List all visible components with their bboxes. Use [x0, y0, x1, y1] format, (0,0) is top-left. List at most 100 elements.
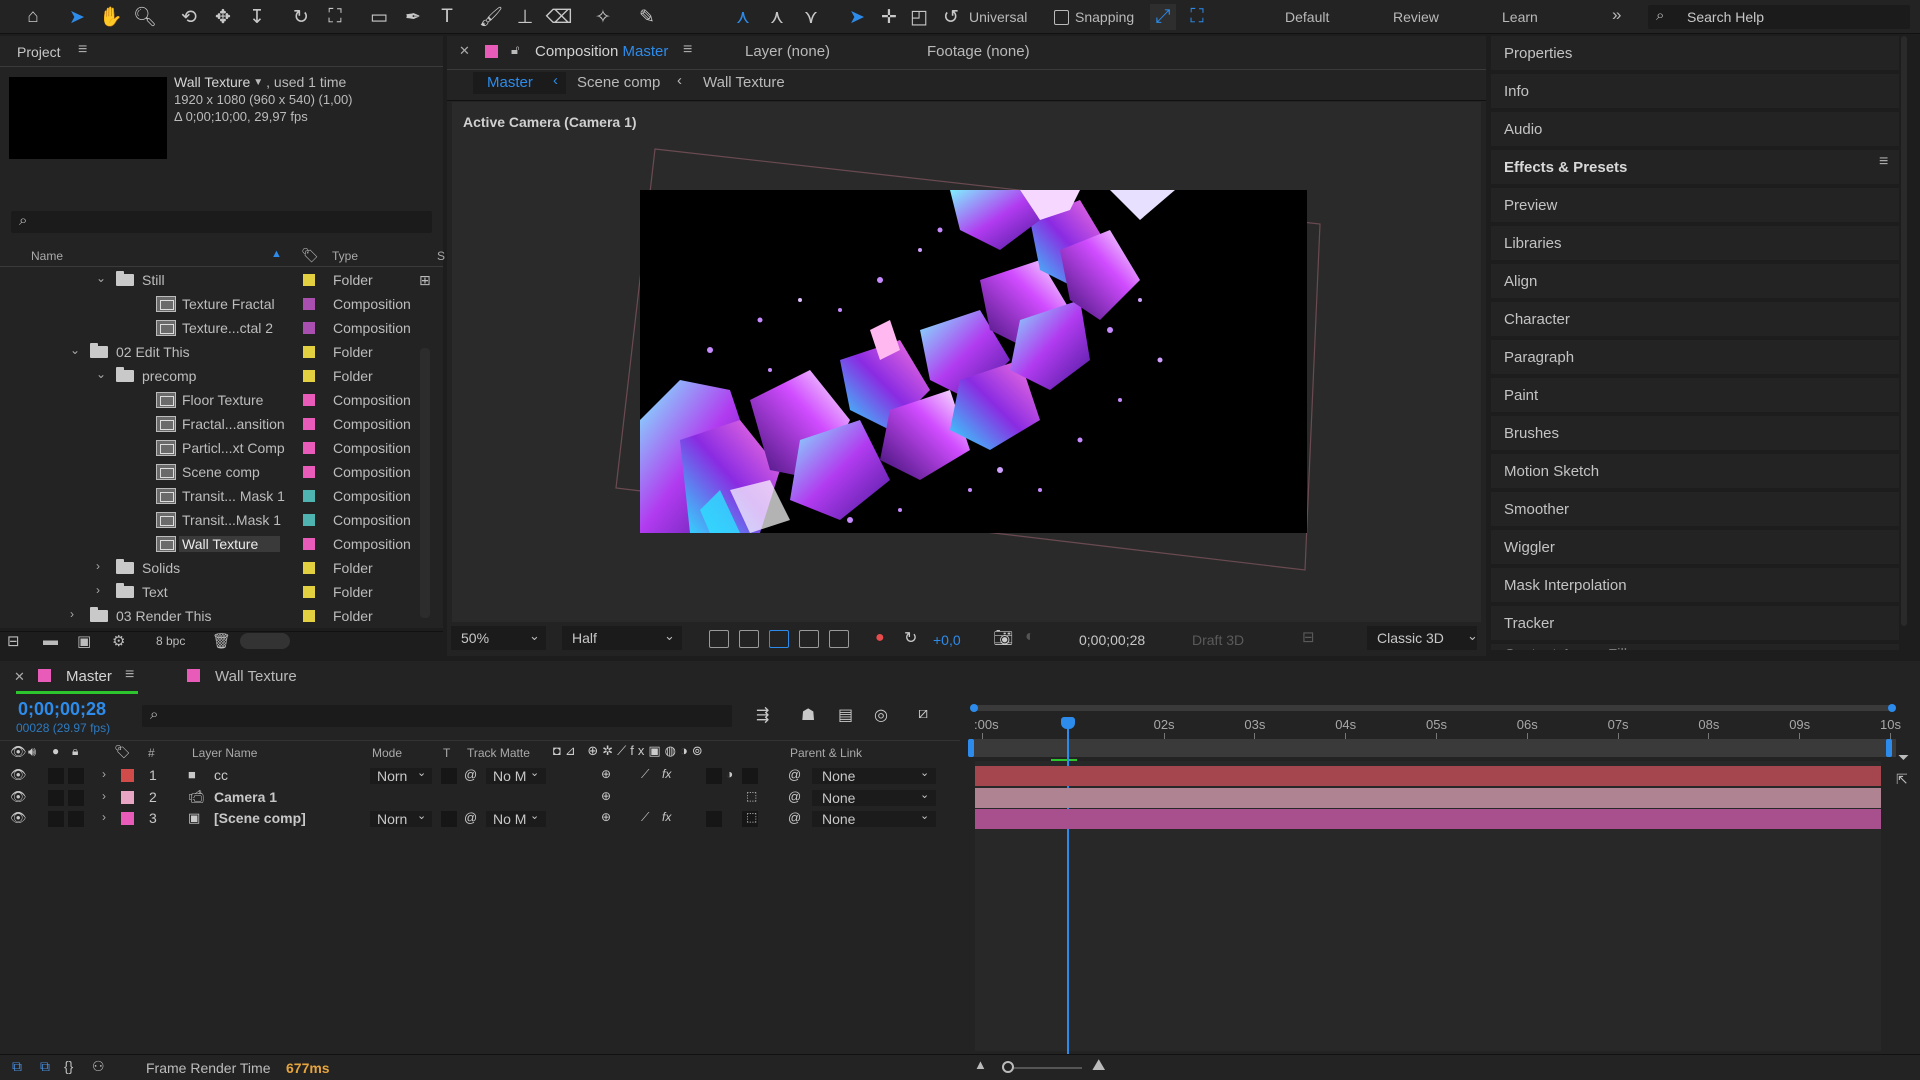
zoom-in-icon[interactable]: ⛰ [1092, 1057, 1105, 1075]
label-color-swatch[interactable] [303, 418, 315, 430]
label-tag-icon[interactable]: 🏷︎ [114, 744, 131, 760]
col-type[interactable]: Type [332, 249, 358, 263]
viewer-timecode[interactable]: 0;00;00;28 [1079, 632, 1145, 648]
quality-switch-icon[interactable]: ⟋ [641, 767, 649, 782]
panel-preview[interactable]: Preview [1491, 188, 1899, 224]
visibility-eye-icon[interactable]: 👁︎ [10, 789, 27, 805]
extended-viewer-icon[interactable]: ⊟ [1302, 628, 1315, 646]
brush-tool-icon[interactable]: 🖌︎ [478, 4, 504, 30]
twirl-down-icon[interactable]: ⌄ [96, 271, 106, 285]
3d-layer-switch[interactable] [742, 768, 758, 784]
shy-layers-icon[interactable]: ☗ [801, 705, 815, 725]
audio-switch[interactable] [48, 811, 64, 827]
parent-dropdown[interactable]: None ⌄ [812, 810, 936, 827]
label-color-swatch[interactable] [303, 514, 315, 526]
graph-editor-icon[interactable]: ⧄ [918, 705, 928, 723]
breadcrumb-wall-texture[interactable]: Wall Texture [703, 74, 785, 91]
flowchart-icon[interactable]: ⊞ [419, 272, 431, 289]
switches-icons[interactable]: ◘⊿ ⊕✲⟋fx▣◍◑⊚ [553, 743, 707, 759]
parent-dropdown[interactable]: None ⌄ [812, 789, 936, 806]
zoom-out-icon[interactable]: ▲ [974, 1057, 987, 1072]
viewer-canvas[interactable]: Active Camera (Camera 1) [452, 102, 1481, 622]
col-parent-link[interactable]: Parent & Link [790, 746, 862, 760]
panel-menu-icon[interactable]: ≡ [78, 41, 87, 59]
motion-blur-icon[interactable]: ◎ [874, 705, 888, 725]
breadcrumb-scene-comp[interactable]: Scene comp [577, 74, 660, 91]
project-item-row[interactable]: ⌄ precomp Folder [0, 364, 420, 388]
preserve-transparency-switch[interactable] [441, 811, 457, 827]
project-scrollbar[interactable] [420, 348, 430, 618]
home-icon[interactable]: ⌂ [20, 4, 46, 30]
motion-blur-switch[interactable] [706, 811, 722, 827]
close-tab-icon[interactable]: ✕ [459, 43, 470, 59]
av-audio-icon[interactable]: 🔊︎ [28, 744, 36, 760]
shy-switch-icon[interactable]: ⊕ [601, 810, 611, 824]
layer-label-swatch[interactable] [121, 790, 134, 804]
new-folder-icon[interactable]: ▬ [43, 632, 58, 649]
label-color-swatch[interactable] [303, 394, 315, 406]
twirl-right-icon[interactable]: › [96, 583, 100, 597]
project-item-row[interactable]: Floor Texture Composition [0, 388, 420, 412]
comp-button-icon[interactable]: ⇱ [1896, 771, 1908, 788]
label-color-swatch[interactable] [303, 298, 315, 310]
col-layer-name[interactable]: Layer Name [192, 746, 257, 760]
twirl-down-icon[interactable]: ⌄ [70, 343, 80, 357]
close-tab-icon[interactable]: ✕ [14, 669, 25, 685]
new-composition-icon[interactable]: ▣ [77, 632, 91, 650]
workspace-learn[interactable]: Learn [1502, 9, 1538, 25]
selection-tool-icon[interactable]: ➤ [64, 4, 90, 30]
layer-row[interactable]: 👁︎ › 3 ▣ [Scene comp] Norn ⌄ @ No M ⌄ ⊕ ⟋ fx ⬚ @ None ⌄ [0, 808, 960, 829]
layer-label-swatch[interactable] [121, 769, 134, 782]
snap-edges-icon[interactable]: ⤢ [1150, 4, 1176, 30]
solo-icon[interactable]: ● [52, 744, 59, 758]
project-item-row[interactable]: Wall Texture Composition [0, 532, 420, 556]
panel-motion-sketch[interactable]: Motion Sketch [1491, 454, 1899, 490]
visibility-eye-icon[interactable]: 👁︎ [10, 810, 27, 826]
visibility-eye-icon[interactable]: 👁︎ [10, 767, 27, 783]
blend-mode-dropdown[interactable]: Norn ⌄ [370, 810, 432, 827]
panel-info[interactable]: Info [1491, 74, 1899, 110]
label-color-swatch[interactable] [303, 322, 315, 334]
clone-stamp-icon[interactable]: ⊥ [512, 4, 538, 30]
effects-switch-icon[interactable]: fx [662, 767, 671, 781]
universal-scale-icon[interactable]: ◰ [906, 4, 932, 30]
label-color-swatch[interactable] [303, 274, 315, 286]
project-item-row[interactable]: › 03 Render This Folder [0, 604, 420, 628]
twirl-right-icon[interactable]: › [70, 607, 74, 621]
orbit-camera-icon[interactable]: ⟲ [176, 4, 202, 30]
timeline-zoom-slider[interactable] [1002, 1061, 1082, 1073]
zoom-dropdown[interactable]: 50% ⌄ [451, 626, 546, 650]
col-track-matte[interactable]: Track Matte [467, 746, 530, 760]
renderer-dropdown[interactable]: Classic 3D ⌄ [1367, 626, 1478, 650]
thumbnail-zoom-slider[interactable] [240, 633, 290, 649]
track-matte-pickwhip-icon[interactable]: @ [464, 767, 477, 782]
twirl-down-icon[interactable]: ⌄ [96, 367, 106, 381]
panel-libraries[interactable]: Libraries [1491, 226, 1899, 262]
blend-mode-dropdown[interactable]: Norn ⌄ [370, 767, 432, 784]
3d-cube-icon[interactable]: ⬚ [746, 810, 757, 824]
interpret-footage-icon[interactable]: ⊟ [7, 632, 20, 650]
local-axis-icon[interactable]: ⋏ [730, 4, 756, 30]
layer-duration-bar[interactable] [975, 787, 1881, 808]
zoom-tool-icon[interactable]: 🔍︎ [132, 4, 158, 30]
label-color-swatch[interactable] [303, 442, 315, 454]
project-item-row[interactable]: Fractal...ansition Composition [0, 412, 420, 436]
draft-3d-label[interactable]: Draft 3D [1192, 632, 1244, 648]
col-extra[interactable]: S [437, 249, 445, 263]
panel-wiggler[interactable]: Wiggler [1491, 530, 1899, 566]
hand-tool-icon[interactable]: ✋ [98, 4, 124, 30]
project-item-row[interactable]: Transit...Mask 1 Composition [0, 508, 420, 532]
twirl-right-icon[interactable]: › [96, 559, 100, 573]
search-help-box[interactable]: ⌕ Search Help [1648, 5, 1910, 29]
trash-icon[interactable]: 🗑︎ [212, 632, 231, 650]
track-matte-dropdown[interactable]: No M ⌄ [486, 810, 546, 827]
panel-smoother[interactable]: Smoother [1491, 492, 1899, 528]
layer-switches-toggle-icon[interactable]: ⧉ [12, 1058, 22, 1075]
type-tool-icon[interactable]: T [434, 4, 460, 30]
label-color-swatch[interactable] [303, 490, 315, 502]
world-axis-icon[interactable]: ⋏ [764, 4, 790, 30]
solo-switch[interactable] [68, 768, 84, 784]
panel-brushes[interactable]: Brushes [1491, 416, 1899, 452]
in-point-bracket[interactable] [968, 739, 974, 757]
universal-rotate-icon[interactable]: ↺ [938, 4, 964, 30]
